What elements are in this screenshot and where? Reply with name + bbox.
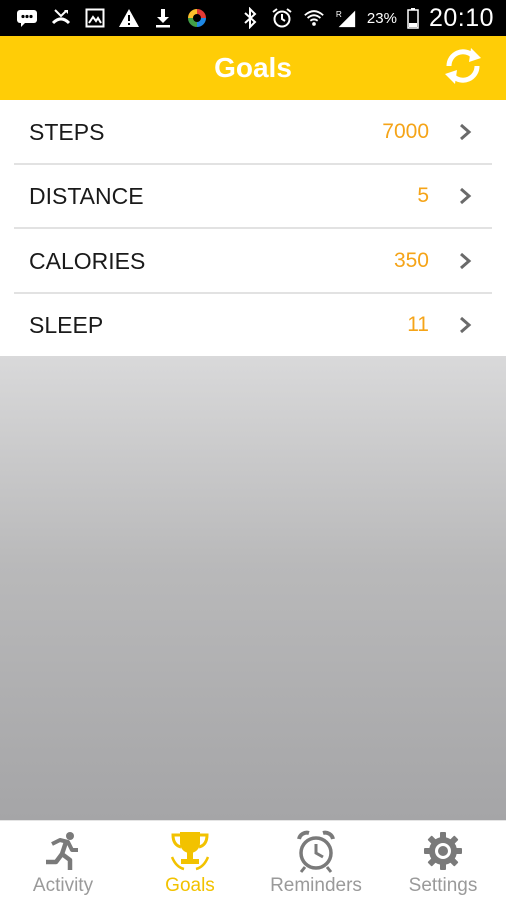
status-bar-system: R 23% 20:10 [239, 0, 494, 36]
chevron-right-icon [460, 123, 472, 141]
signal-icon: R [335, 7, 357, 29]
gear-icon [380, 829, 506, 873]
goal-value: 5 [417, 184, 429, 207]
goal-row-distance[interactable]: DISTANCE 5 [14, 164, 492, 229]
nav-item-goals[interactable]: Goals [127, 821, 253, 900]
running-person-icon [0, 829, 126, 873]
svg-text:R: R [336, 10, 342, 19]
sync-button[interactable] [440, 46, 486, 90]
bluetooth-icon [239, 7, 261, 29]
download-icon [152, 7, 174, 29]
goal-value: 350 [393, 249, 429, 272]
empty-content-area [0, 356, 506, 820]
nav-label: Settings [408, 875, 478, 896]
battery-percent: 23% [366, 9, 397, 27]
message-icon [16, 7, 38, 29]
goal-row-sleep[interactable]: SLEEP 11 [14, 293, 492, 357]
goal-value: 7000 [382, 120, 429, 143]
goal-label: SLEEP [29, 312, 104, 338]
goals-screen: R 23% 20:10 Goals STEPS 7000 DISTANCE 5 … [0, 0, 506, 900]
warning-icon [118, 7, 140, 29]
nav-item-activity[interactable]: Activity [0, 821, 126, 900]
goal-label: STEPS [29, 119, 105, 145]
image-icon [84, 7, 106, 29]
google-photos-icon [186, 7, 208, 29]
alarm-clock-icon [253, 829, 379, 873]
goal-label: CALORIES [29, 248, 146, 274]
chevron-right-icon [460, 316, 472, 334]
nav-label: Activity [32, 875, 94, 896]
bottom-nav: Activity Goals Reminders Settings [0, 820, 506, 900]
status-bar-notifications [16, 0, 208, 36]
chevron-right-icon [460, 252, 472, 270]
nav-label: Reminders [270, 875, 362, 896]
nav-item-reminders[interactable]: Reminders [253, 821, 379, 900]
app-header: Goals [0, 36, 506, 100]
battery-icon [407, 7, 419, 29]
page-title: Goals [214, 52, 292, 83]
missed-call-icon [50, 7, 72, 29]
goal-value: 11 [407, 313, 429, 336]
chevron-right-icon [460, 187, 472, 205]
goal-row-calories[interactable]: CALORIES 350 [14, 229, 492, 294]
nav-item-settings[interactable]: Settings [380, 821, 506, 900]
trophy-icon [127, 829, 253, 873]
clock-time: 20:10 [428, 3, 494, 32]
alarm-icon [271, 7, 293, 29]
sync-icon [441, 46, 485, 91]
goals-list: STEPS 7000 DISTANCE 5 CALORIES 350 SLEEP… [0, 100, 506, 356]
goal-label: DISTANCE [29, 183, 144, 209]
status-bar: R 23% 20:10 [0, 0, 506, 36]
nav-label: Goals [165, 875, 215, 896]
wifi-icon [303, 7, 325, 29]
goal-row-steps[interactable]: STEPS 7000 [14, 100, 492, 165]
